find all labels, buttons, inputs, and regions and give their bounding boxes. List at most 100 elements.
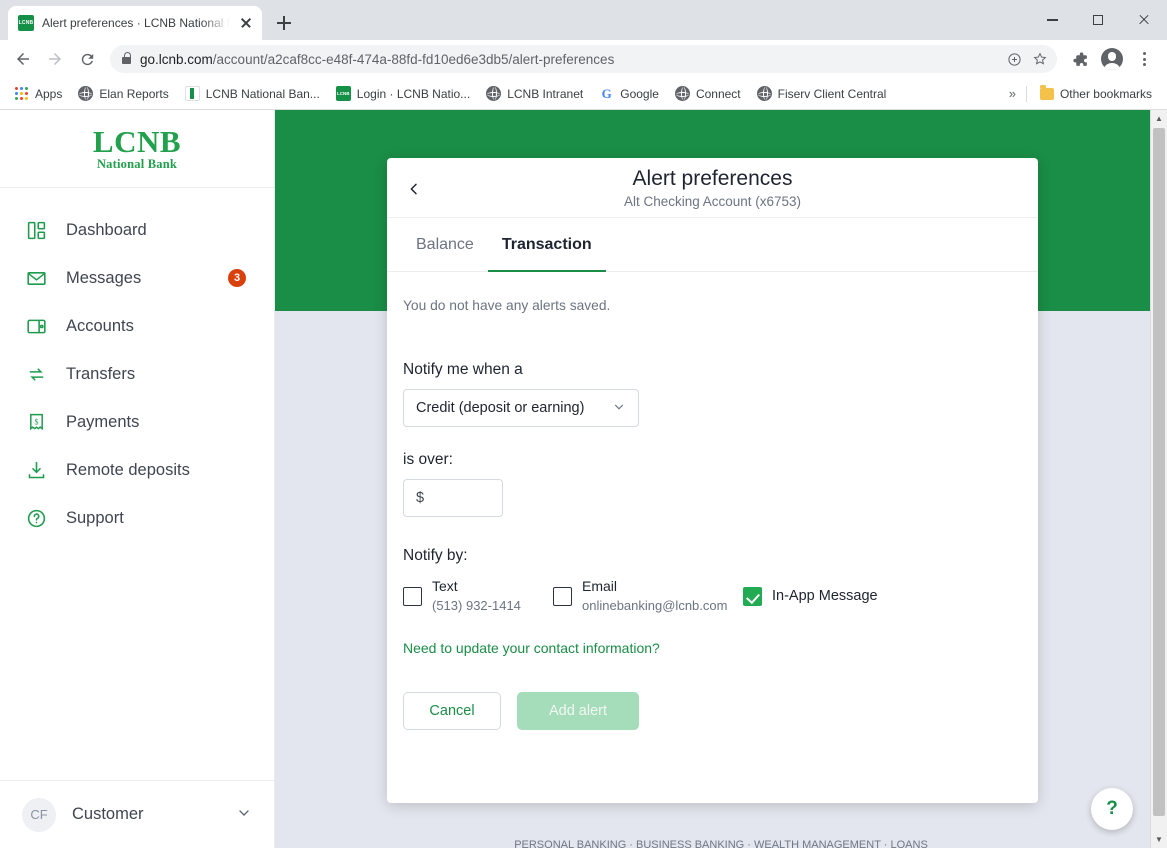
bookmark-label: Apps	[35, 86, 63, 101]
tab-close-icon[interactable]	[238, 15, 254, 31]
bookmark-label: Connect	[695, 86, 741, 101]
tab-title: Alert preferences · LCNB National Bank	[42, 16, 230, 30]
scroll-up-arrow-icon[interactable]: ▲	[1151, 110, 1167, 127]
tab-transaction[interactable]: Transaction	[487, 218, 606, 272]
globe-icon	[78, 86, 94, 101]
email-checkbox[interactable]	[553, 587, 572, 606]
bookmarks-bar-right: » Other bookmarks	[1005, 84, 1159, 104]
text-checkbox[interactable]	[403, 587, 422, 606]
channel-label: Email	[582, 578, 618, 594]
apps-grid-icon	[15, 86, 29, 101]
sidebar-item-label: Accounts	[66, 316, 134, 335]
notify-channel-email[interactable]: Email onlinebanking@lcnb.com	[553, 578, 743, 614]
bookmark-google[interactable]: G Google	[592, 83, 666, 104]
folder-icon	[1039, 85, 1054, 100]
close-icon	[1138, 14, 1150, 26]
sidebar-item-label: Messages	[66, 268, 142, 287]
bookmark-label: LCNB Intranet	[507, 86, 584, 101]
url-path: /account/a2caf8cc-e48f-474a-88fd-fd10ed6…	[212, 51, 615, 67]
star-icon[interactable]	[1029, 48, 1051, 70]
window-controls	[1029, 0, 1167, 40]
bookmarks-overflow-button[interactable]: »	[1005, 86, 1020, 101]
sidebar-nav: Dashboard Messages 3 Accounts Transfers …	[0, 188, 274, 780]
bookmark-lcnb-intranet[interactable]: LCNB Intranet	[479, 83, 590, 104]
logo-primary-text: LCNB	[92, 124, 182, 160]
reload-button[interactable]	[72, 44, 102, 74]
no-alerts-message: You do not have any alerts saved.	[403, 298, 611, 313]
install-app-icon[interactable]	[1003, 48, 1025, 70]
avatar: CF	[22, 797, 56, 832]
modal-actions: Cancel Add alert	[403, 692, 1038, 730]
sidebar-item-messages[interactable]: Messages 3	[0, 254, 274, 302]
cancel-button[interactable]: Cancel	[403, 692, 501, 730]
bookmark-connect[interactable]: Connect	[668, 83, 748, 104]
back-arrow-icon	[17, 53, 29, 65]
google-g-icon: G	[601, 85, 612, 101]
tab-favicon-icon: LCNB	[18, 15, 34, 31]
notify-channel-in-app[interactable]: In-App Message	[743, 578, 878, 606]
notify-channel-text[interactable]: Text (513) 932-1414	[403, 578, 553, 614]
other-bookmarks-label: Other bookmarks	[1059, 86, 1152, 101]
reload-icon	[81, 53, 93, 65]
question-circle-icon	[24, 506, 48, 530]
bookmark-label: LCNB National Ban...	[205, 86, 320, 101]
in-app-checkbox[interactable]	[743, 587, 762, 606]
back-chevron-icon[interactable]	[401, 176, 427, 202]
scrollbar-thumb[interactable]	[1153, 128, 1165, 816]
add-alert-button[interactable]: Add alert	[517, 692, 639, 730]
envelope-icon	[24, 266, 48, 290]
tab-strip: LCNB Alert preferences · LCNB National B…	[0, 0, 1167, 40]
channel-detail: onlinebanking@lcnb.com	[582, 598, 728, 613]
forward-button[interactable]	[40, 44, 70, 74]
maximize-button[interactable]	[1075, 0, 1121, 40]
channel-detail: (513) 932-1414	[432, 598, 521, 613]
sidebar-item-remote-deposits[interactable]: Remote deposits	[0, 446, 274, 494]
minimize-button[interactable]	[1029, 0, 1075, 40]
help-button[interactable]: ?	[1091, 788, 1133, 830]
other-bookmarks-button[interactable]: Other bookmarks	[1033, 84, 1159, 104]
sidebar-item-support[interactable]: Support	[0, 494, 274, 542]
sidebar-item-transfers[interactable]: Transfers	[0, 350, 274, 398]
sidebar-user-menu[interactable]: CF Customer	[0, 780, 274, 848]
sidebar-item-label: Remote deposits	[66, 460, 190, 479]
user-name: Customer	[72, 805, 144, 823]
sidebar-item-payments[interactable]: $ Payments	[0, 398, 274, 446]
window-close-button[interactable]	[1121, 0, 1167, 40]
browser-tab[interactable]: LCNB Alert preferences · LCNB National B…	[8, 6, 262, 40]
back-button[interactable]	[8, 44, 38, 74]
sidebar-item-label: Dashboard	[66, 220, 147, 239]
scroll-down-arrow-icon[interactable]: ▼	[1151, 831, 1167, 848]
bookmark-label: Fiserv Client Central	[777, 86, 887, 101]
update-contact-link[interactable]: Need to update your contact information?	[403, 640, 1038, 656]
toolbar-right	[1065, 44, 1159, 74]
amount-input[interactable]: $	[403, 479, 503, 517]
three-dot-menu-button[interactable]	[1129, 44, 1159, 74]
receipt-dollar-icon: $	[24, 410, 48, 434]
globe-icon	[674, 86, 690, 101]
account-subtitle: Alt Checking Account (x6753)	[623, 193, 802, 209]
sidebar-item-accounts[interactable]: Accounts	[0, 302, 274, 350]
bookmark-fiserv-client-central[interactable]: Fiserv Client Central	[750, 83, 894, 104]
profile-button[interactable]	[1097, 44, 1127, 74]
bookmark-apps[interactable]: Apps	[8, 84, 69, 104]
bookmark-login-lcnb[interactable]: LCNB Login · LCNB Natio...	[329, 83, 477, 104]
sidebar-item-label: Payments	[66, 412, 140, 431]
puzzle-piece-icon[interactable]	[1065, 44, 1095, 74]
browser-window: LCNB Alert preferences · LCNB National B…	[0, 0, 1167, 848]
maximize-icon	[1093, 15, 1103, 25]
bookmark-lcnb-national-bank[interactable]: LCNB National Ban...	[178, 83, 327, 104]
bookmark-elan-reports[interactable]: Elan Reports	[71, 83, 175, 104]
new-tab-button[interactable]	[270, 9, 298, 37]
page-scrollbar[interactable]: ▲ ▼	[1150, 110, 1167, 848]
profile-avatar-icon	[1101, 48, 1123, 70]
page-viewport: LCNB National Bank Dashboard Messages 3 …	[0, 110, 1167, 848]
address-bar[interactable]: go.lcnb.com/account/a2caf8cc-e48f-474a-8…	[110, 45, 1057, 73]
transfer-arrows-icon	[24, 362, 48, 386]
tab-balance[interactable]: Balance	[402, 218, 488, 271]
transaction-type-select[interactable]: Credit (deposit or earning)	[403, 389, 639, 427]
transaction-type-value: Credit (deposit or earning)	[416, 400, 585, 416]
bookmark-label: Login · LCNB Natio...	[356, 86, 471, 101]
sidebar-item-dashboard[interactable]: Dashboard	[0, 206, 274, 254]
modal-tabs: Balance Transaction	[387, 218, 1038, 272]
sidebar-logo[interactable]: LCNB National Bank	[0, 110, 274, 188]
